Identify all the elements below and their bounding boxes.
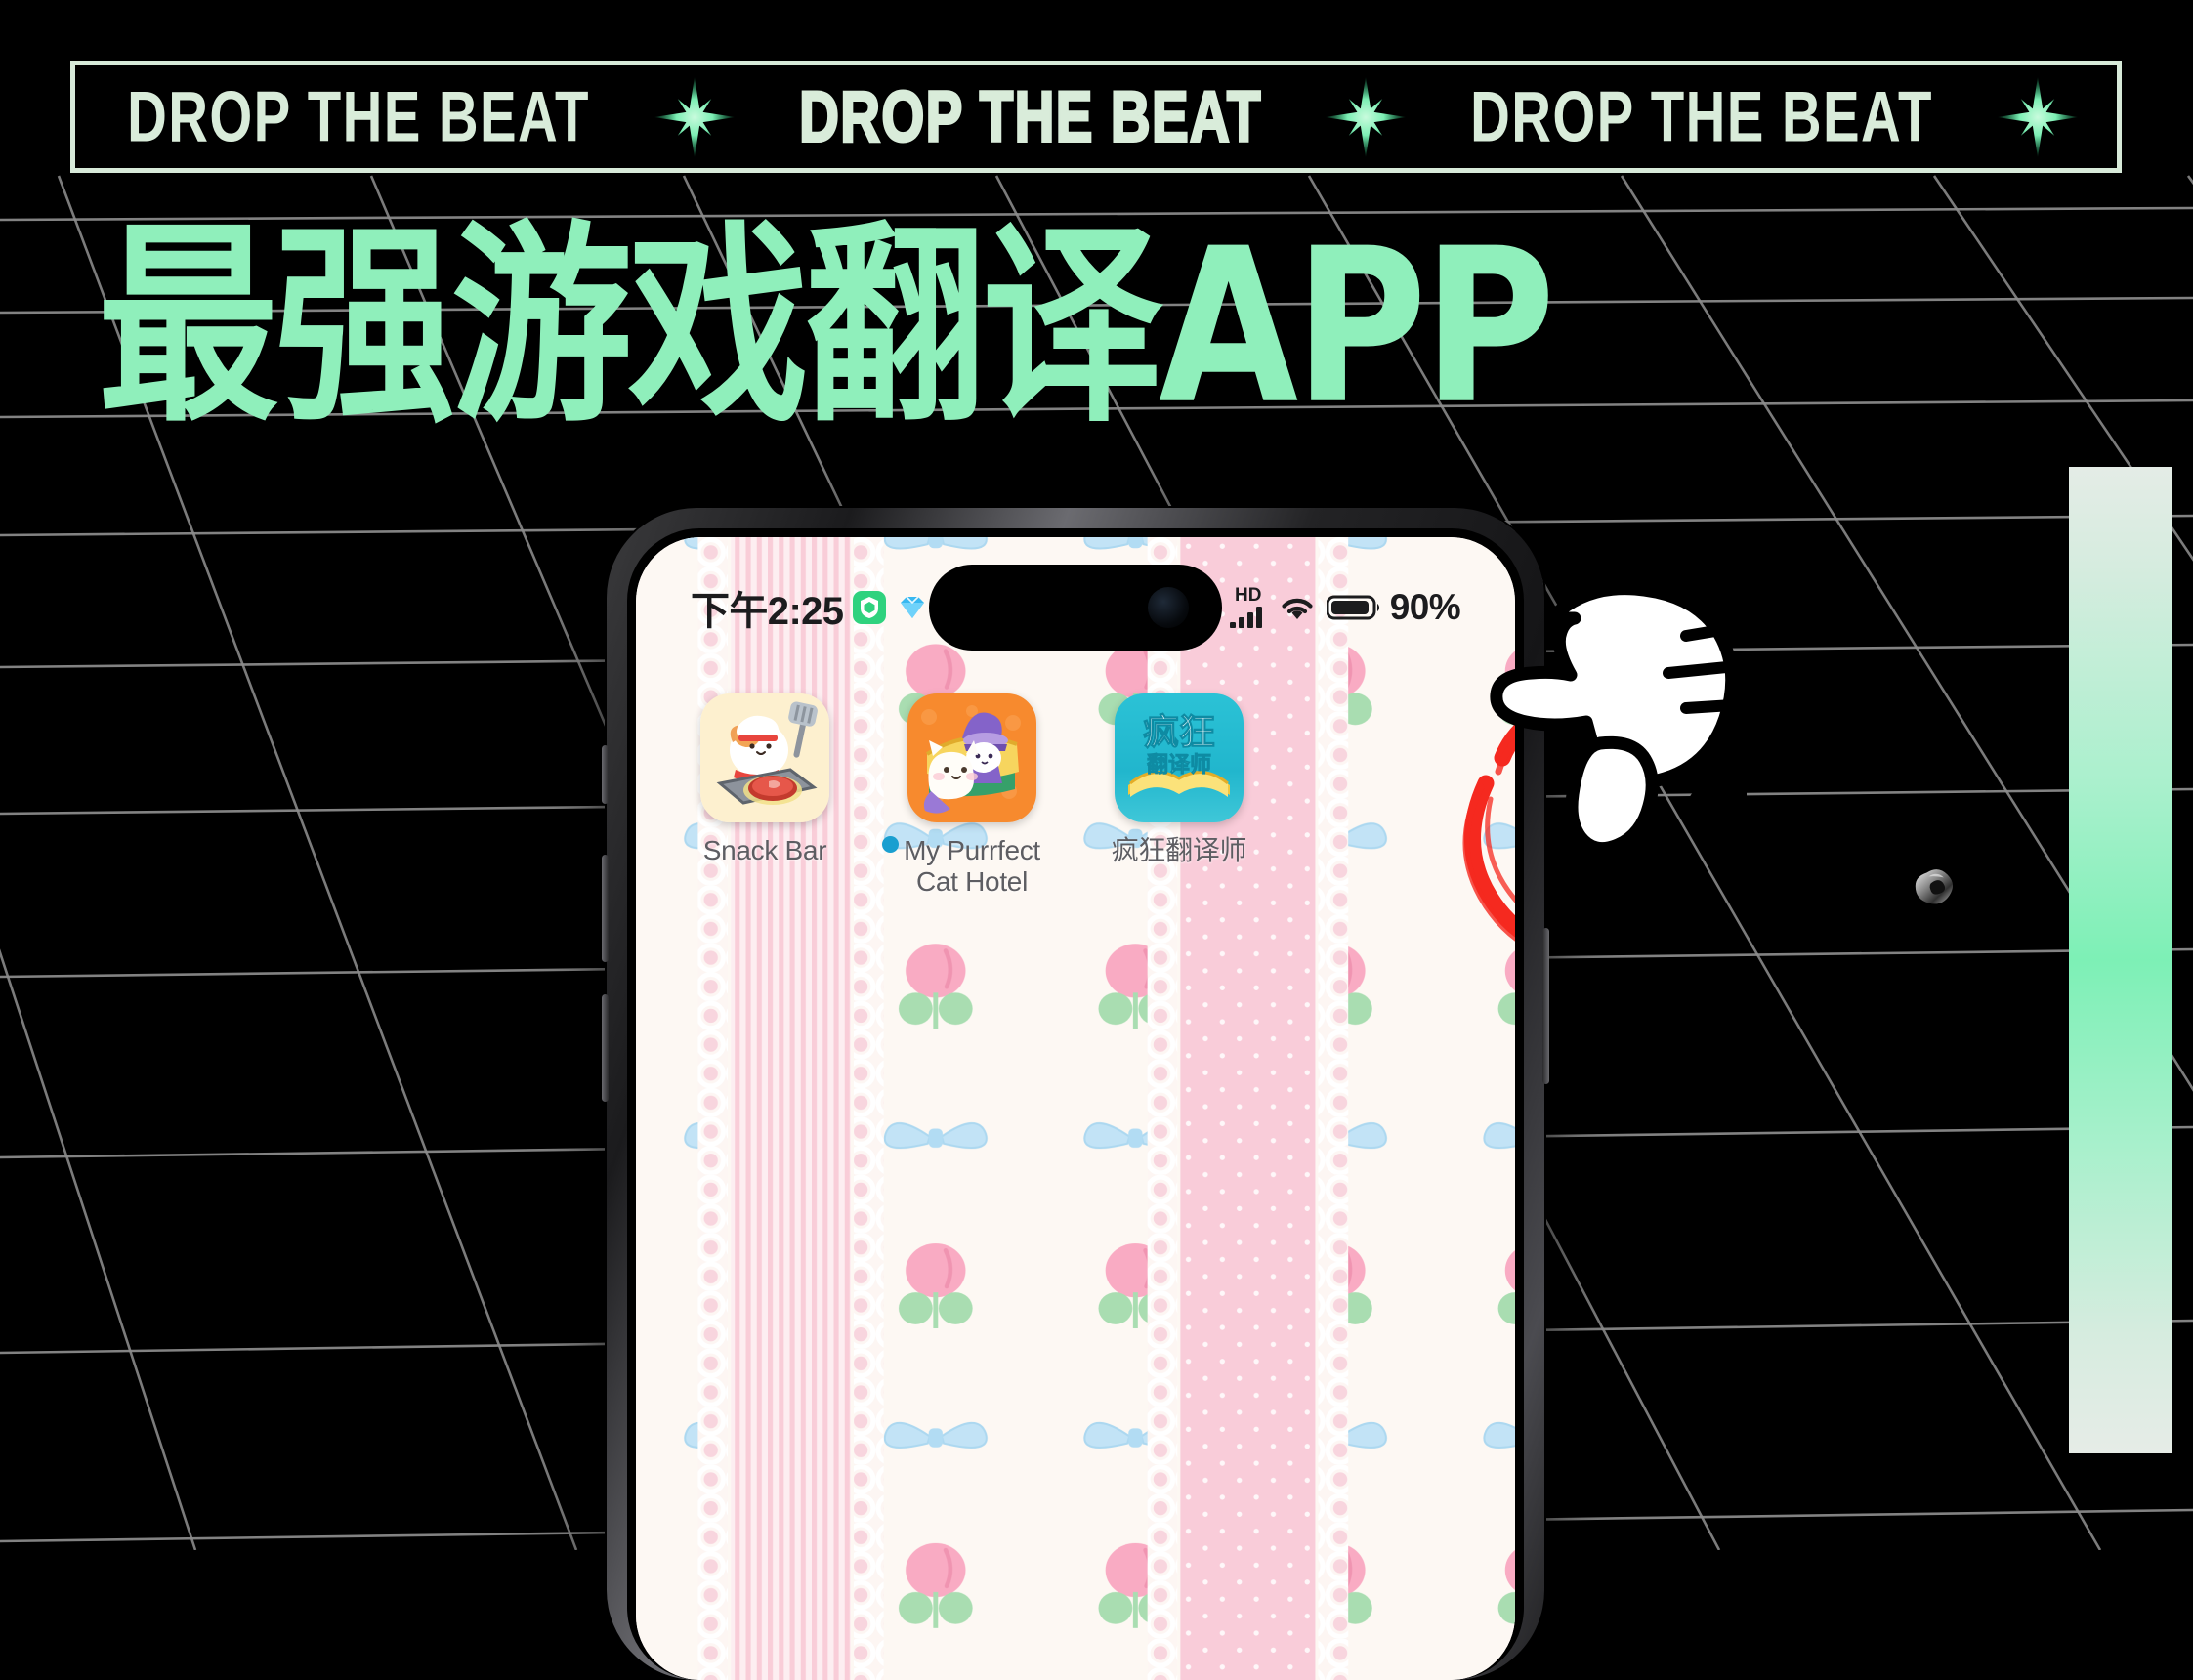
volume-down-button[interactable] xyxy=(602,994,609,1102)
app-item-cat-hotel[interactable]: My Purrfect Cat Hotel xyxy=(868,693,1075,899)
banner-text-3: DROP THE BEAT xyxy=(1470,76,1934,156)
icon-text-bottom: 翻译师 xyxy=(1147,752,1211,777)
app-update-dot xyxy=(882,836,899,853)
snack-bar-cat-chef-icon[interactable] xyxy=(700,693,829,822)
banner-text-1: DROP THE BEAT xyxy=(127,76,590,156)
gradient-accent-bar xyxy=(2069,467,2172,1453)
app-item-snack-bar[interactable]: Snack Bar xyxy=(661,693,868,899)
front-camera-icon xyxy=(1148,587,1189,628)
phone-bezel: 下午2:25 HD 90% Snack Bar My Purrfect Cat … xyxy=(627,528,1524,1680)
sparkle-star-icon xyxy=(654,76,736,157)
app-label: My Purrfect Cat Hotel xyxy=(904,835,1040,898)
cat-hotel-icon[interactable] xyxy=(907,693,1036,822)
page-title: 最强游戏翻译APP xyxy=(98,201,1555,451)
metal-knot-icon xyxy=(1915,869,1954,904)
phone-screen: 下午2:25 HD 90% Snack Bar My Purrfect Cat … xyxy=(636,537,1515,1680)
banner-text-2: DROP THE BEAT xyxy=(798,76,1262,156)
sparkle-star-icon xyxy=(1997,76,2079,157)
power-button[interactable] xyxy=(1542,928,1549,1084)
app-label: 疯狂翻译师 xyxy=(1111,835,1247,865)
app-label: Snack Bar xyxy=(702,835,827,865)
iphone-mockup: 下午2:25 HD 90% Snack Bar My Purrfect Cat … xyxy=(602,508,1549,1680)
dynamic-island[interactable] xyxy=(929,565,1222,651)
silent-switch-button[interactable] xyxy=(602,745,609,804)
icon-text-top: 疯狂 xyxy=(1143,711,1215,753)
home-screen-app-grid: Snack Bar My Purrfect Cat Hotel 疯狂 翻译师 疯… xyxy=(636,693,1515,942)
drop-the-beat-banner: DROP THE BEAT DROP THE BEAT DROP THE BEA… xyxy=(70,61,2122,173)
pointing-hand-icon xyxy=(1490,582,1747,856)
crazy-translator-icon[interactable]: 疯狂 翻译师 xyxy=(1115,693,1244,822)
sparkle-star-icon xyxy=(1326,76,1407,157)
app-item-crazy-translator[interactable]: 疯狂 翻译师 疯狂翻译师 xyxy=(1075,693,1515,942)
volume-up-button[interactable] xyxy=(602,855,609,962)
